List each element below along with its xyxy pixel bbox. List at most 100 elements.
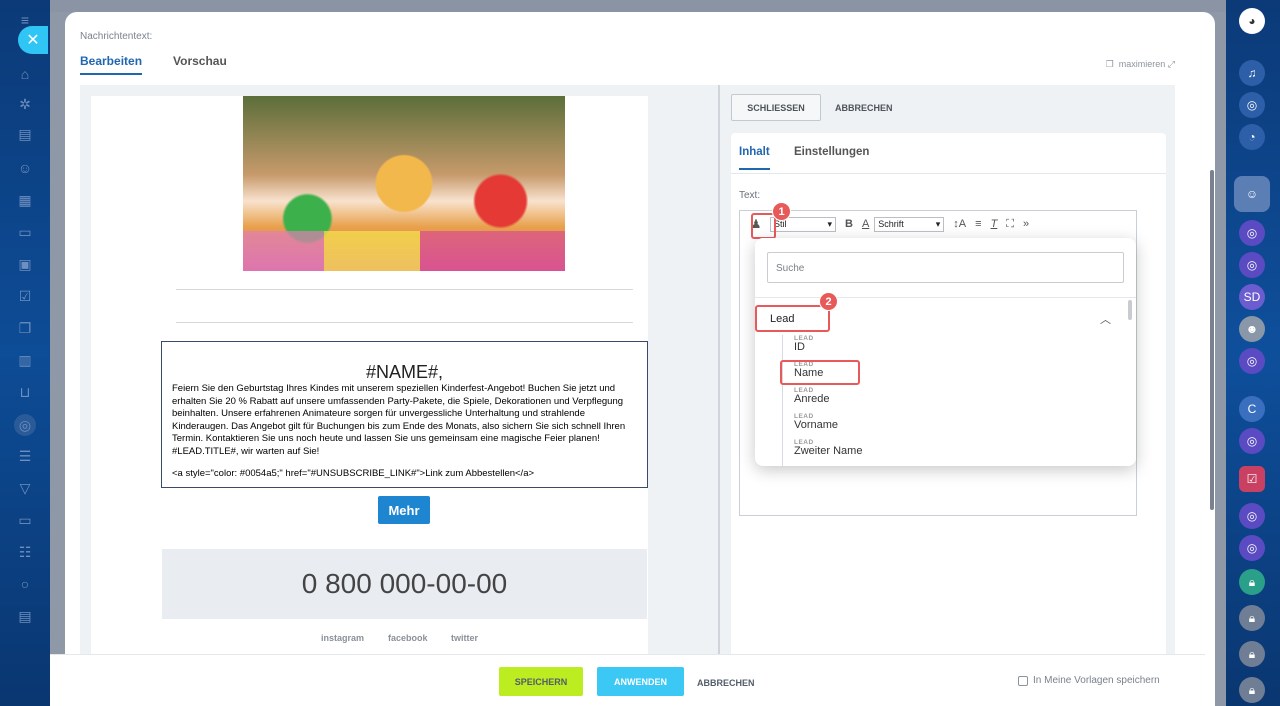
list-icon[interactable]: ▤: [17, 608, 33, 624]
social-link-twitter[interactable]: twitter: [451, 633, 478, 643]
target-icon[interactable]: ◎: [14, 414, 36, 436]
hero-image[interactable]: [243, 96, 565, 271]
sparkle-icon[interactable]: ✲: [17, 96, 33, 112]
social-link-facebook[interactable]: facebook: [388, 633, 428, 643]
group-icon[interactable]: ☷: [17, 544, 33, 560]
more-button[interactable]: Mehr: [378, 496, 430, 524]
expand-icon: ⤢: [1167, 59, 1175, 69]
copy-icon[interactable]: ❐: [17, 320, 33, 336]
maximize-link[interactable]: ❐ maximieren ⤢: [1106, 59, 1175, 70]
search-input[interactable]: Suche: [767, 252, 1124, 283]
scrollbar[interactable]: [1128, 300, 1132, 320]
clear-format-icon[interactable]: T: [991, 218, 998, 230]
chevron-up-icon[interactable]: ︿: [1100, 311, 1111, 327]
avatar[interactable]: ☻: [1239, 316, 1265, 342]
save-button[interactable]: SPEICHERN: [499, 667, 583, 696]
inbox-icon[interactable]: ▭: [17, 512, 33, 528]
lock-icon[interactable]: 🔒︎: [1239, 641, 1265, 667]
avatar[interactable]: ☺: [1234, 176, 1270, 212]
card-icon[interactable]: ▭: [17, 224, 33, 240]
cancel-settings-button[interactable]: ABBRECHEN: [835, 94, 893, 121]
documents-icon[interactable]: ▦: [17, 192, 33, 208]
copilot-icon[interactable]: ◎: [1239, 92, 1265, 118]
divider: [731, 173, 1166, 174]
chevron-down-icon: ▾: [935, 218, 941, 229]
right-nav: ◕ ♫ ◎ ◔ ☺ ◎ ◎ SD ☻ ◎ C ◎ ☑ ◎ ◎ 🔒︎ 🔒︎ 🔒︎ …: [1226, 0, 1280, 706]
fullscreen-icon[interactable]: ⛶: [1006, 218, 1014, 231]
close-slider-button[interactable]: ✕: [18, 26, 48, 54]
save-template-checkbox[interactable]: In Meine Vorlagen speichern: [1018, 675, 1160, 686]
bell-icon[interactable]: ♫: [1239, 60, 1265, 86]
step-marker: 2: [819, 292, 838, 311]
circle-icon[interactable]: ○: [17, 576, 33, 592]
align-icon[interactable]: ≡: [975, 218, 981, 230]
left-nav: ≡ ⌂ ✲ ▤ ☺ ▦ ▭ ▣ ☑ ❐ ▥ ⊔ ◎ ☰ ▽ ▭ ☷ ○ ▤: [0, 0, 50, 706]
phone-number: 0 800 000-00-00: [162, 549, 647, 619]
apply-button[interactable]: ANWENDEN: [597, 667, 684, 696]
divider: [176, 289, 633, 290]
task-icon[interactable]: ☑: [1239, 466, 1265, 492]
email-body-text: Feiern Sie den Geburtstag Ihres Kindes m…: [172, 383, 626, 457]
checkbox[interactable]: [1018, 675, 1028, 686]
tab-edit[interactable]: Bearbeiten: [80, 54, 143, 75]
tasks-icon[interactable]: ▤: [17, 126, 33, 142]
lock-icon[interactable]: 🔒︎: [1239, 677, 1265, 703]
avatar[interactable]: C: [1239, 396, 1265, 422]
avatar-initials: SD: [1243, 290, 1261, 304]
list-item[interactable]: LEAD Anrede: [794, 387, 829, 405]
font-color-icon[interactable]: A: [862, 218, 869, 230]
highlight-name-item: [780, 360, 860, 385]
close-settings-button[interactable]: SCHLIESSEN: [731, 94, 821, 121]
lock-icon[interactable]: 🔒︎: [1239, 605, 1265, 631]
chat-circle-icon[interactable]: ◎: [1239, 428, 1265, 454]
chat-icon[interactable]: ▣: [17, 256, 33, 272]
save-template-label: In Meine Vorlagen speichern: [1033, 675, 1160, 686]
avatar-initials: C: [1247, 402, 1257, 416]
chat-icon[interactable]: ◔: [1239, 124, 1265, 150]
bold-icon[interactable]: B: [845, 218, 853, 230]
cancel-button[interactable]: ABBRECHEN: [697, 678, 755, 688]
chat-circle-icon[interactable]: ◎: [1239, 252, 1265, 278]
item-name: ID: [794, 341, 805, 353]
tab-settings[interactable]: Einstellungen: [794, 146, 869, 158]
tab-content[interactable]: Inhalt: [739, 146, 770, 170]
avatar[interactable]: SD: [1239, 284, 1265, 310]
window-icon: ❐: [1105, 59, 1114, 69]
chevron-down-icon: ▾: [827, 218, 832, 229]
list-item[interactable]: LEAD Vorname: [794, 413, 838, 431]
unsubscribe-code: <a style="color: #0054a5;" href="#UNSUBS…: [172, 468, 535, 479]
email-canvas: #NAME#, Feiern Sie den Geburtstag Ihres …: [91, 96, 648, 656]
more-icon[interactable]: »: [1023, 218, 1029, 230]
highlight-insert-field: [751, 213, 776, 239]
font-select-value: Schrift: [878, 219, 904, 229]
user-avatar[interactable]: ◕: [1239, 8, 1265, 34]
step-marker: 1: [772, 202, 791, 221]
item-name: Anrede: [794, 393, 830, 405]
filter-icon[interactable]: ▽: [17, 480, 33, 496]
home-icon[interactable]: ⌂: [17, 66, 33, 82]
cart-icon[interactable]: ⊔: [17, 384, 33, 400]
social-link-instagram[interactable]: instagram: [321, 633, 364, 643]
highlight-lead-group: [755, 305, 830, 332]
font-size-icon[interactable]: ↕A: [953, 218, 966, 230]
text-label: Text:: [739, 190, 761, 201]
field-picker-dropdown: Suche Lead ︿ LEAD ID LEAD Name LEAD Anrede …: [755, 238, 1136, 466]
item-name: Zweiter Name: [794, 445, 863, 457]
lock-icon[interactable]: 🔒︎: [1239, 569, 1265, 595]
chat-circle-icon[interactable]: ◎: [1239, 220, 1265, 246]
list-item[interactable]: LEAD ID: [794, 335, 814, 353]
scrollbar[interactable]: [1210, 170, 1214, 510]
contacts-icon[interactable]: ☺: [17, 160, 33, 176]
check-icon[interactable]: ☑: [17, 288, 33, 304]
chat-circle-icon[interactable]: ◎: [1239, 535, 1265, 561]
tab-preview[interactable]: Vorschau: [173, 54, 227, 68]
font-select[interactable]: Schrift ▾: [874, 216, 945, 232]
chat-circle-icon[interactable]: ◎: [1239, 503, 1265, 529]
divider: [755, 297, 1136, 298]
list-item[interactable]: LEAD Zweiter Name: [794, 439, 862, 457]
maximize-label: maximieren: [1118, 59, 1166, 69]
database-icon[interactable]: ☰: [17, 448, 33, 464]
text-block[interactable]: #NAME#, Feiern Sie den Geburtstag Ihres …: [161, 341, 648, 488]
chat-circle-icon[interactable]: ◎: [1239, 348, 1265, 374]
chart-icon[interactable]: ▥: [17, 352, 33, 368]
